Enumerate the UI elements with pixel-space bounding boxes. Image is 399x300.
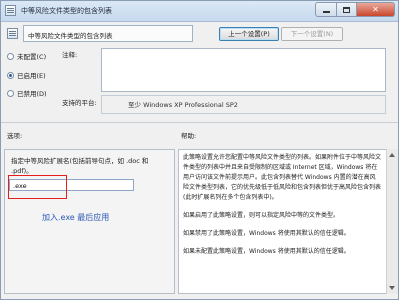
radio-disabled[interactable]: 已禁用(D) bbox=[7, 88, 47, 98]
radio-label: 已启用(E) bbox=[17, 72, 46, 80]
help-label: 帮助: bbox=[181, 132, 197, 140]
maximize-icon bbox=[343, 6, 350, 13]
help-paragraph: 如果禁用了此策略设置，Windows 将使用其默认的信任逻辑。 bbox=[183, 230, 350, 237]
close-icon: ✕ bbox=[372, 5, 379, 14]
extension-description: 指定中等风险扩展名(包括前导句点，如 .doc 和 .pdf)。 bbox=[11, 157, 149, 175]
comment-label: 注释: bbox=[62, 51, 78, 59]
radio-indicator[interactable] bbox=[7, 71, 14, 79]
policy-name: 中等风险文件类型的包含列表 bbox=[23, 25, 193, 42]
annotation-text: 加入.exe 最后应用 bbox=[42, 213, 110, 222]
options-pane: 指定中等风险扩展名(包括前导句点，如 .doc 和 .pdf)。 .exe 加入… bbox=[4, 149, 175, 294]
help-paragraph: 此策略设置允许您配置中等风险文件类型的列表。如果附件位于中等风险文件类型的列表中… bbox=[183, 154, 382, 201]
help-paragraph: 如果启用了此策略设置，则可以指定风险中等的文件类型。 bbox=[183, 212, 340, 219]
policy-settings-icon bbox=[5, 5, 16, 16]
comment-textarea[interactable] bbox=[101, 48, 386, 92]
scroll-up-icon[interactable] bbox=[389, 153, 395, 157]
options-label: 选项: bbox=[7, 132, 23, 140]
radio-label: 已禁用(D) bbox=[17, 90, 47, 98]
close-button[interactable]: ✕ bbox=[357, 2, 395, 17]
radio-indicator[interactable] bbox=[7, 89, 14, 97]
supported-platform-value: 至少 Windows XP Professional SP2 bbox=[101, 95, 386, 114]
radio-enabled[interactable]: 已启用(E) bbox=[7, 70, 46, 80]
minimize-icon bbox=[322, 11, 330, 13]
minimize-button[interactable] bbox=[315, 2, 337, 17]
divider bbox=[1, 122, 398, 123]
policy-dialog-window: 中等风险文件类型的包含列表 ✕ 中等风险文件类型的包含列表 上一个设置(P) 下… bbox=[0, 0, 399, 300]
radio-label: 未配置(C) bbox=[17, 53, 47, 61]
radio-not-configured[interactable]: 未配置(C) bbox=[7, 51, 46, 61]
window-controls: ✕ bbox=[315, 2, 395, 17]
maximize-button[interactable] bbox=[337, 2, 357, 17]
policy-settings-icon bbox=[7, 28, 18, 39]
window-title: 中等风险文件类型的包含列表 bbox=[21, 7, 112, 15]
help-paragraph: 如果未配置此策略设置，Windows 将使用其默认的信任逻辑。 bbox=[183, 248, 350, 255]
extension-input[interactable]: .exe bbox=[9, 179, 134, 191]
next-setting-button[interactable]: 下一个设置(N) bbox=[281, 27, 343, 41]
help-pane: 此策略设置允许您配置中等风险文件类型的列表。如果附件位于中等风险文件类型的列表中… bbox=[178, 149, 388, 294]
help-scrollbar[interactable] bbox=[386, 149, 398, 294]
title-bar[interactable]: 中等风险文件类型的包含列表 ✕ bbox=[1, 1, 398, 22]
previous-setting-button[interactable]: 上一个设置(P) bbox=[219, 27, 279, 41]
supported-platform-label: 支持的平台: bbox=[62, 99, 97, 107]
radio-indicator[interactable] bbox=[7, 52, 14, 60]
scroll-down-icon[interactable] bbox=[389, 286, 395, 290]
